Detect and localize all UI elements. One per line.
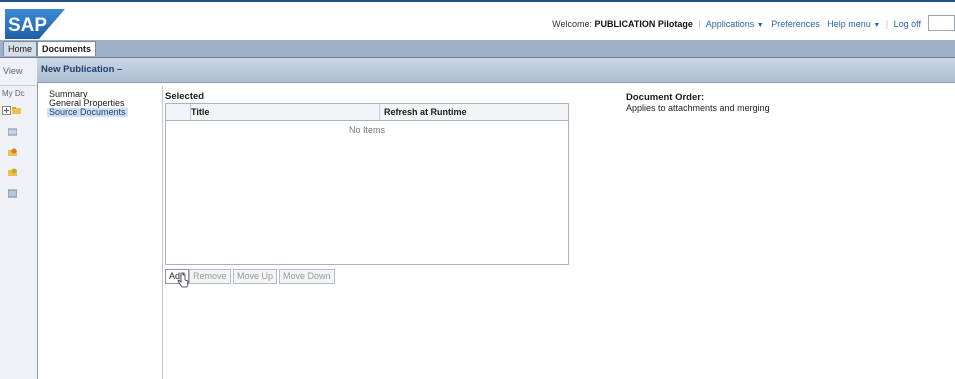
categories-icon[interactable]: [8, 189, 17, 198]
dialog-title: New Publication –: [41, 64, 123, 75]
panel-divider: [0, 85, 37, 86]
left-panel: View My Dc: [0, 58, 38, 379]
header-search-input[interactable]: [928, 15, 955, 31]
tab-strip: Home Documents: [0, 40, 955, 58]
tab-home[interactable]: Home: [3, 41, 38, 56]
document-order-description: Applies to attachments and merging: [626, 103, 770, 113]
top-header: SAP Welcome: PUBLICATION Pilotage | Appl…: [0, 0, 955, 42]
sap-logo: SAP: [5, 9, 65, 39]
select-column-header[interactable]: [166, 104, 191, 120]
nav-divider: [162, 86, 163, 379]
nav-item-source-documents[interactable]: Source Documents: [47, 108, 128, 117]
view-menu[interactable]: View: [3, 66, 22, 76]
svg-text:SAP: SAP: [8, 15, 47, 36]
help-menu-dropdown-icon[interactable]: ▼: [873, 22, 880, 29]
welcome-prefix: Welcome:: [552, 19, 592, 29]
expand-plus-icon[interactable]: [2, 106, 11, 115]
user-name: PUBLICATION Pilotage: [594, 19, 693, 29]
column-header-title[interactable]: Title: [191, 107, 379, 117]
folder-icon[interactable]: [12, 106, 21, 115]
remove-button[interactable]: Remove: [189, 269, 231, 284]
inbox-icon[interactable]: [8, 127, 17, 136]
my-documents-label: My Dc: [2, 89, 25, 98]
selected-label: Selected: [165, 91, 205, 102]
move-up-button[interactable]: Move Up: [233, 269, 278, 284]
help-menu-link[interactable]: Help menu: [827, 19, 871, 29]
selected-documents-table[interactable]: Title Refresh at Runtime No Items: [165, 103, 569, 265]
favorites-folder-icon[interactable]: [8, 148, 17, 157]
mouse-cursor-icon: [177, 272, 189, 288]
log-off-link[interactable]: Log off: [894, 19, 921, 29]
empty-message: No Items: [348, 125, 385, 135]
dialog-title-bar: New Publication –: [37, 58, 955, 83]
column-header-refresh-at-runtime[interactable]: Refresh at Runtime: [384, 107, 467, 117]
dialog-nav: Summary General Properties Source Docume…: [47, 90, 128, 117]
tab-documents[interactable]: Documents: [37, 41, 97, 56]
welcome-area: Welcome: PUBLICATION Pilotage | Applicat…: [552, 19, 921, 29]
applications-dropdown-icon[interactable]: ▼: [757, 22, 764, 29]
move-down-button[interactable]: Move Down: [279, 269, 335, 284]
applications-link[interactable]: Applications: [706, 19, 755, 29]
table-header: Title Refresh at Runtime: [166, 104, 568, 121]
personal-folder-icon[interactable]: [8, 168, 17, 177]
preferences-link[interactable]: Preferences: [771, 19, 820, 29]
document-order-title: Document Order:: [626, 92, 705, 103]
